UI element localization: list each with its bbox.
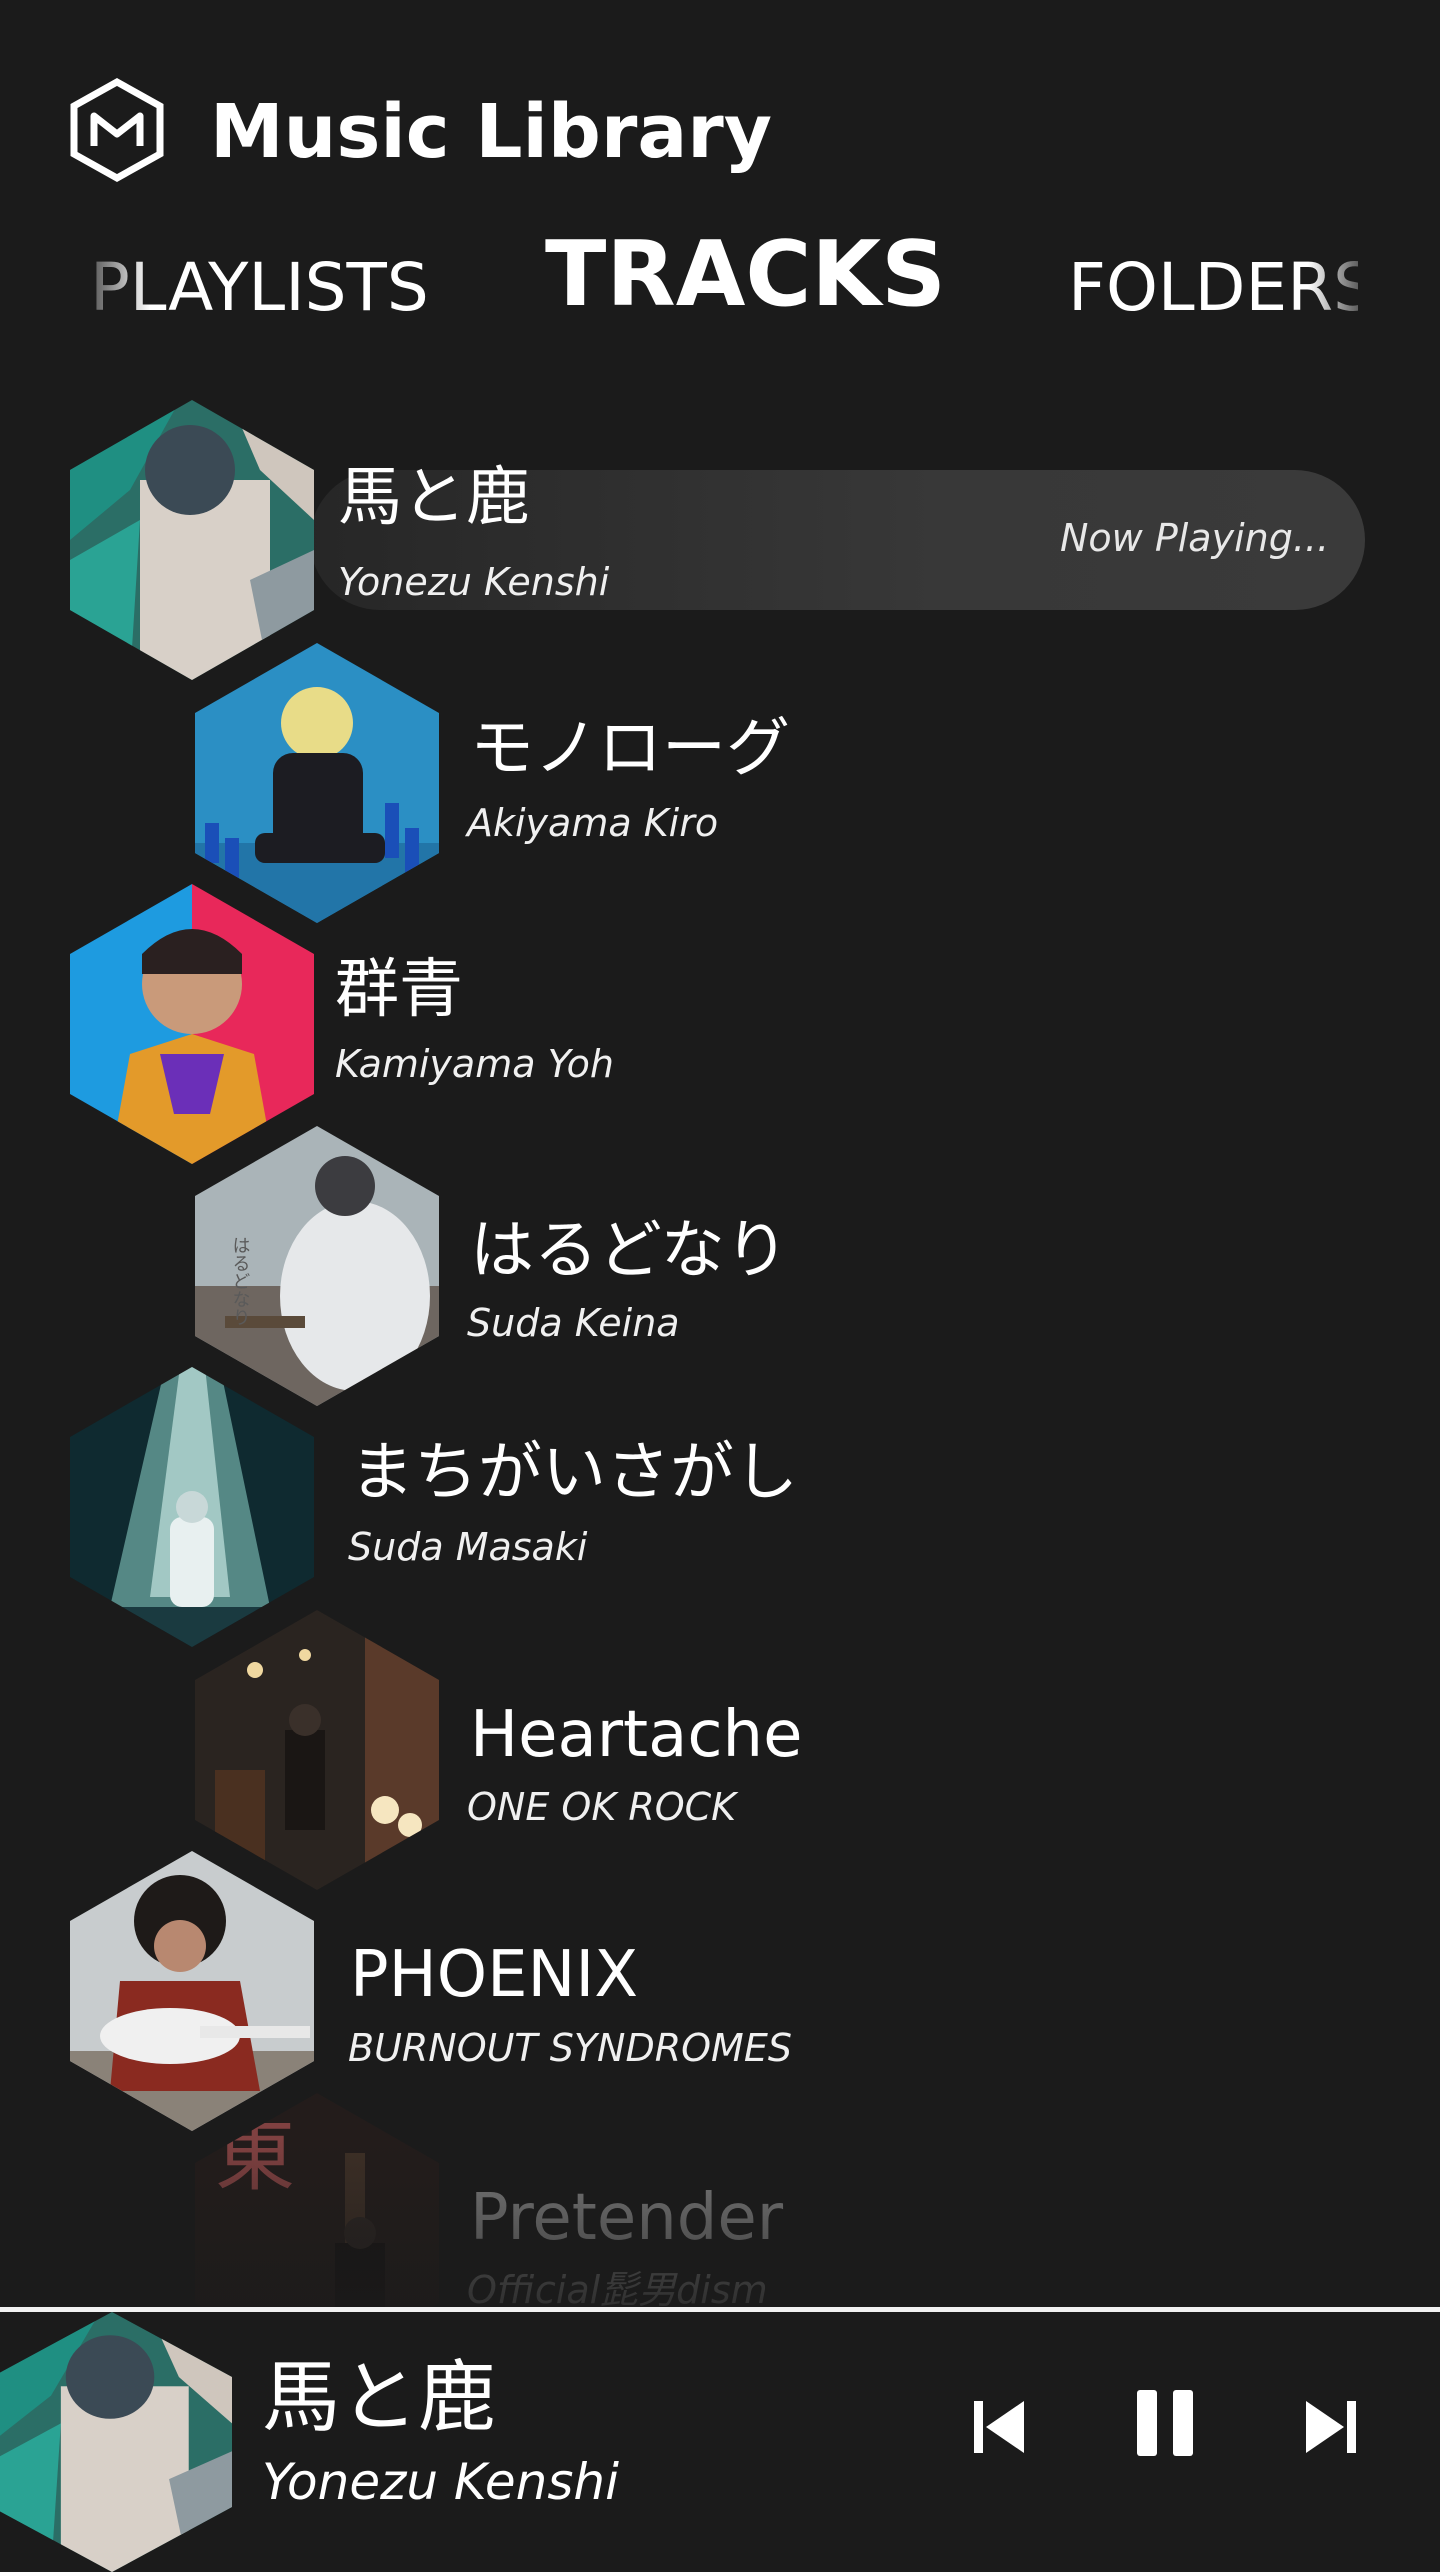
list-item[interactable]: はるどなり はるどなり Suda Keina [195,1126,1295,1406]
pause-icon[interactable] [1135,2388,1195,2458]
album-art [70,884,314,1164]
track-list: Now Playing... 馬と鹿 Yonezu Kenshi モノローグ A… [0,0,1440,2373]
album-art-text: 東 [215,2109,295,2202]
track-title: Pretender [470,2181,784,2255]
track-title: 馬と鹿 [338,461,530,535]
album-art [195,1610,439,1890]
track-title: PHOENIX [350,1938,639,2012]
track-title: 群青 [335,953,463,1027]
track-artist: Suda Keina [467,1301,680,1345]
track-artist: Suda Masaki [348,1525,588,1569]
album-art [195,643,439,923]
skip-next-icon[interactable] [1300,2395,1360,2459]
list-item[interactable]: PHOENIX BURNOUT SYNDROMES [70,1851,1170,2131]
track-artist: ONE OK ROCK [467,1785,737,1829]
track-title: まちがいさがし [350,1436,798,1510]
track-title: はるどなり [470,1214,789,1288]
album-art-text: はるどなり [230,1236,251,1326]
album-art [70,1367,314,1647]
skip-previous-icon[interactable] [970,2395,1030,2459]
list-item[interactable]: 群青 Kamiyama Yoh [70,884,1170,1164]
player-track-title: 馬と鹿 [262,2353,497,2443]
track-artist: Yonezu Kenshi [338,560,610,604]
album-art: はるどなり [195,1126,439,1406]
list-item[interactable]: Heartache ONE OK ROCK [195,1610,1295,1890]
list-item[interactable]: 馬と鹿 Yonezu Kenshi [70,400,1370,680]
album-art [70,1851,314,2131]
album-art [70,400,314,680]
track-artist: Akiyama Kiro [467,801,719,845]
list-item[interactable]: まちがいさがし Suda Masaki [70,1367,1170,1647]
track-title: モノローグ [470,712,790,786]
list-item[interactable]: モノローグ Akiyama Kiro [195,643,1295,923]
track-artist: BURNOUT SYNDROMES [348,2026,792,2070]
track-artist: Kamiyama Yoh [335,1042,614,1086]
track-title: Heartache [470,1698,803,1772]
player-track-artist: Yonezu Kenshi [262,2453,620,2511]
